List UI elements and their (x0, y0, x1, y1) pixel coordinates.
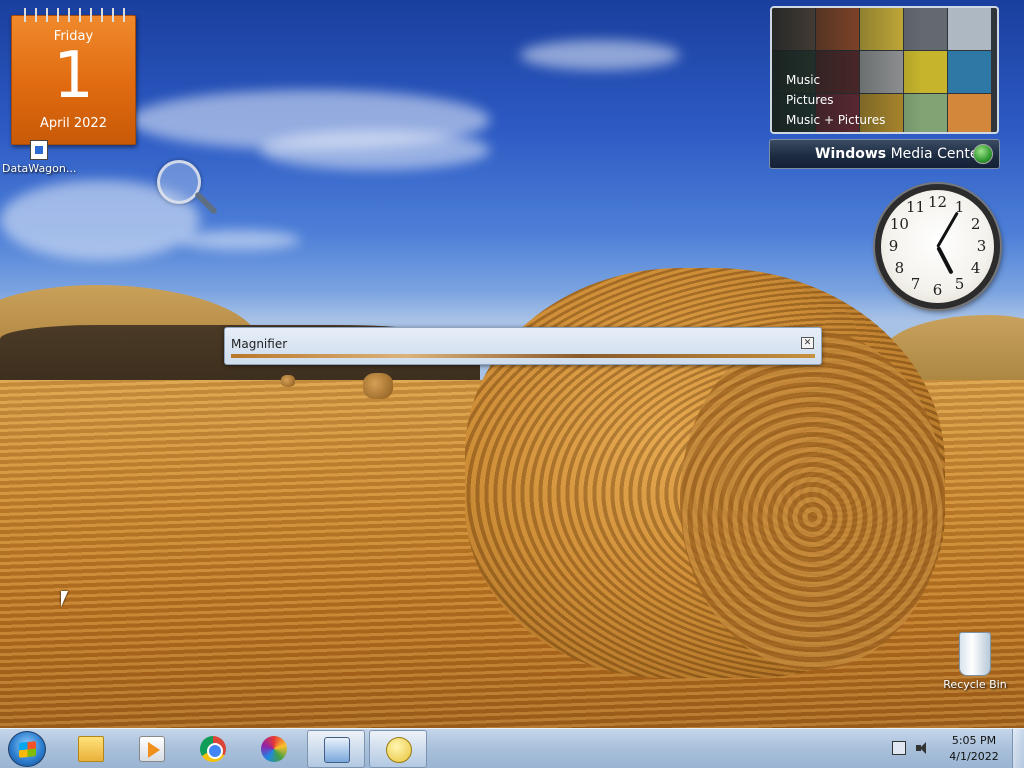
magnifier-view (231, 354, 815, 358)
media-player-icon (139, 736, 165, 762)
speech-bubble-icon (386, 737, 412, 763)
magnifier-lens-icon[interactable] (157, 160, 201, 204)
media-menu-pictures[interactable]: Pictures (786, 90, 885, 110)
shortcut-icon (30, 140, 48, 160)
taskbar-date: 4/1/2022 (949, 750, 999, 763)
media-menu-music-pictures[interactable]: Music + Pictures (786, 110, 885, 130)
desktop-icon-label: Recycle Bin (943, 678, 1007, 691)
cloud (520, 40, 680, 70)
media-thumbnail (948, 8, 991, 50)
calendar-day-number: 1 (53, 39, 94, 113)
media-thumbnail (948, 94, 991, 132)
desktop-icon-datawagon[interactable]: DataWagon... (2, 140, 76, 175)
clock-hour-hand (935, 245, 954, 275)
clock-numeral: 3 (976, 236, 987, 255)
windows-logo-icon (19, 741, 36, 758)
media-center-gadget[interactable]: Music Pictures Music + Pictures (770, 6, 999, 134)
calendar-rings (18, 8, 130, 22)
clock-numeral: 11 (905, 198, 926, 217)
pinwheel-icon (261, 736, 287, 762)
cloud (260, 130, 490, 170)
taskbar-time: 5:05 PM (951, 734, 997, 747)
taskbar-windows-explorer[interactable] (62, 730, 120, 768)
taskbar-clock[interactable]: 5:05 PM 4/1/2022 (938, 733, 1010, 765)
taskbar-windows-media-player[interactable] (123, 730, 181, 768)
clock-numeral: 7 (910, 274, 921, 293)
clock-numeral: 12 (927, 192, 948, 211)
media-menu-music[interactable]: Music (786, 70, 885, 90)
desktop-icon-recycle-bin[interactable]: Recycle Bin (942, 632, 1008, 691)
clock-numeral: 2 (970, 214, 981, 233)
media-center-menu: Music Pictures Music + Pictures (786, 70, 885, 130)
clock-numeral: 9 (888, 236, 899, 255)
media-center-brand-bold: Windows (815, 146, 887, 162)
media-thumbnail (948, 51, 991, 93)
network-icon[interactable] (892, 741, 906, 755)
clock-gadget[interactable]: 12 1 2 3 4 5 6 7 8 9 10 11 (875, 184, 1000, 309)
notification-area (888, 739, 938, 759)
close-icon[interactable]: ✕ (801, 337, 814, 349)
media-center-brand: Media Center (886, 146, 985, 162)
taskbar-google-chrome[interactable] (184, 730, 242, 768)
taskbar: 5:05 PM 4/1/2022 (0, 728, 1024, 768)
taskbar-magnifier[interactable] (307, 730, 365, 768)
small-hay-bale (363, 373, 393, 399)
volume-icon[interactable] (916, 741, 932, 755)
recycle-bin-icon (959, 632, 991, 676)
clock-numeral: 6 (932, 280, 943, 299)
calendar-gadget[interactable]: Friday 1 April 2022 (11, 8, 136, 145)
clock-numeral: 8 (894, 258, 905, 277)
chrome-icon (200, 736, 226, 762)
taskbar-help-tips[interactable] (369, 730, 427, 768)
mouse-pointer-icon (61, 591, 73, 607)
magnifier-icon (324, 737, 350, 763)
desktop-icon-label: DataWagon... (2, 162, 77, 175)
taskbar-photos-app[interactable] (245, 730, 303, 768)
calendar-month-year: April 2022 (40, 116, 107, 131)
cloud (180, 230, 300, 250)
magnifier-title: Magnifier (231, 337, 288, 351)
folder-icon (78, 736, 104, 762)
media-center-launch-bar[interactable]: Windows Media Center (769, 139, 1000, 169)
clock-minute-hand (936, 211, 959, 248)
windows-orb-icon (973, 144, 993, 164)
small-hay-bale (281, 375, 295, 387)
hay-bale-face (680, 330, 945, 670)
magnifier-window[interactable]: Magnifier ✕ (224, 327, 822, 365)
clock-numeral: 10 (889, 214, 909, 233)
start-button[interactable] (8, 731, 46, 767)
show-desktop-button[interactable] (1012, 729, 1024, 768)
clock-numeral: 5 (954, 274, 965, 293)
